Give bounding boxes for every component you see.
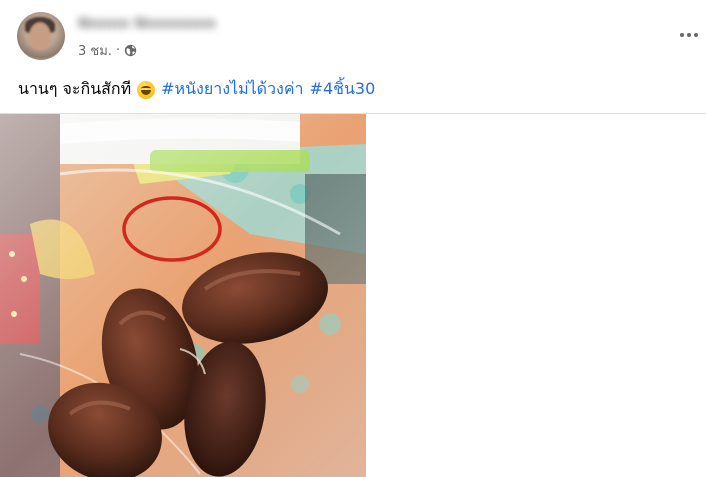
more-options-dot xyxy=(687,33,691,37)
post-body-text: นานๆ จะกินสักที xyxy=(18,79,132,98)
globe-icon[interactable] xyxy=(124,44,137,57)
post-timestamp[interactable]: 3 ชม. xyxy=(78,40,112,61)
post-photo[interactable] xyxy=(0,114,366,477)
hashtag-link[interactable]: #หนังยางไม่ได้วงค่า xyxy=(161,77,303,102)
more-options-button[interactable] xyxy=(676,22,702,48)
more-options-dot xyxy=(680,33,684,37)
more-options-dot xyxy=(694,33,698,37)
author-avatar[interactable] xyxy=(17,12,65,60)
grinning-face-emoji xyxy=(137,80,156,99)
post-text: นานๆ จะกินสักที #หนังยางไม่ได้วงค่า #4ชิ… xyxy=(18,77,375,102)
post-meta: 3 ชม. · xyxy=(78,41,137,59)
meta-separator: · xyxy=(115,42,121,58)
hashtag-link[interactable]: #4ชิ้น30 xyxy=(310,77,376,102)
avatar-face xyxy=(29,22,51,50)
author-name[interactable]: Nnnnn Nnnnnnnn xyxy=(78,16,216,32)
facebook-post: Nnnnn Nnnnnnnn 3 ชม. · นานๆ จะกินสักที #… xyxy=(0,0,706,477)
